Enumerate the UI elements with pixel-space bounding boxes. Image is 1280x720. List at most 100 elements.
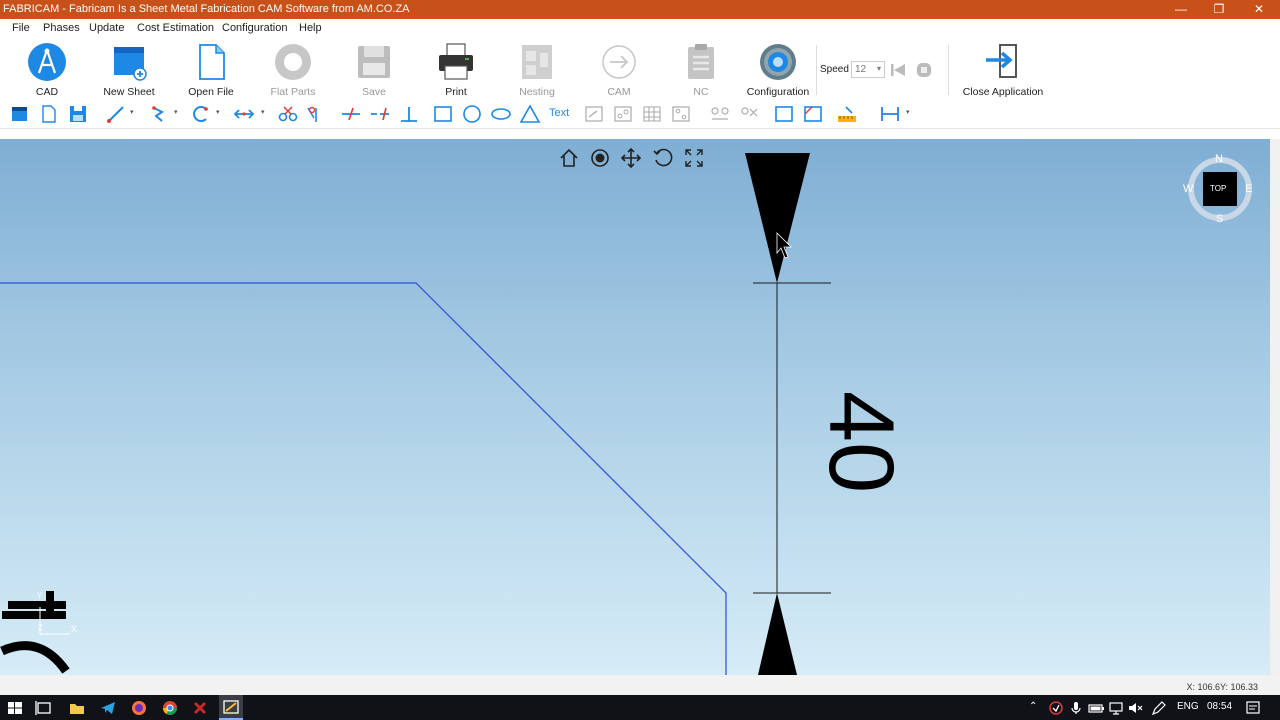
pattern-icon (672, 106, 690, 122)
close-application-button[interactable]: Close Application (962, 41, 1044, 99)
text-tool[interactable]: Text (549, 107, 569, 119)
chrome-icon[interactable] (160, 698, 180, 718)
polyline-icon (152, 106, 164, 122)
menu-update[interactable]: Update (89, 22, 124, 34)
battery-icon[interactable] (1086, 698, 1106, 718)
file-explorer-icon[interactable] (67, 698, 87, 718)
nesting-button[interactable]: Nesting (502, 41, 572, 99)
drawing-canvas[interactable]: Y Z X 40 N S E W TOP (0, 139, 1270, 675)
rectangle-tool[interactable] (432, 104, 454, 124)
chevron-down-icon[interactable]: ▾ (216, 108, 220, 116)
antivirus-icon[interactable] (1046, 698, 1066, 718)
network-icon[interactable] (1106, 698, 1126, 718)
chevron-up-icon[interactable]: ⌃ (1029, 701, 1037, 712)
circle-icon (463, 105, 481, 123)
grid-array-tool[interactable] (641, 104, 663, 124)
clock[interactable]: 08:54 (1207, 701, 1232, 712)
menu-help[interactable]: Help (299, 22, 322, 34)
save-button[interactable]: Save (339, 41, 409, 99)
view-compass[interactable]: N S E W TOP (1183, 153, 1253, 225)
chamfer-tool[interactable] (802, 104, 824, 124)
chevron-down-icon[interactable]: ▾ (130, 108, 134, 116)
cam-button[interactable]: CAM (584, 41, 654, 99)
cad-button[interactable]: CAD (12, 41, 82, 99)
flat-parts-button[interactable]: Flat Parts (258, 41, 328, 99)
frame-tool[interactable] (773, 104, 795, 124)
dimension-text: 40 (810, 390, 912, 494)
menu-file[interactable]: File (12, 22, 30, 34)
compass-west: W (1183, 183, 1194, 195)
divide-tool[interactable] (369, 104, 391, 124)
language-indicator[interactable]: ENG (1177, 701, 1199, 712)
fillet-tool[interactable] (304, 104, 326, 124)
arc-tool[interactable] (189, 104, 211, 124)
open-file-button[interactable]: Open File (176, 41, 246, 99)
close-window-button[interactable]: ✕ (1240, 0, 1278, 19)
save-tool[interactable] (67, 104, 89, 124)
break-tool[interactable] (340, 104, 362, 124)
chevron-down-icon[interactable]: ▾ (906, 108, 910, 116)
polyline-tool[interactable] (148, 104, 170, 124)
windows-start-icon[interactable] (5, 698, 25, 718)
ellipse-tool[interactable] (490, 104, 512, 124)
fillet-icon (307, 106, 317, 122)
square-icon (775, 106, 793, 122)
rotate-icon[interactable] (652, 147, 674, 169)
layers-tool[interactable] (9, 104, 31, 124)
array-icon (614, 106, 632, 122)
menu-phases[interactable]: Phases (43, 22, 80, 34)
minimize-button[interactable]: — (1162, 0, 1200, 19)
triangle-icon (519, 104, 541, 123)
rotate-copy-tool[interactable] (738, 104, 760, 124)
mirror-icon (711, 107, 729, 120)
dimension-linear-tool[interactable] (879, 104, 901, 124)
pan-icon[interactable] (620, 147, 642, 169)
triangle-tool[interactable] (519, 104, 541, 124)
chevron-down-icon[interactable]: ▾ (174, 108, 178, 116)
line-tool[interactable] (105, 104, 127, 124)
array-tool[interactable] (612, 104, 634, 124)
new-document-tool[interactable] (38, 104, 60, 124)
pen-icon[interactable] (1149, 698, 1169, 718)
fabricam-taskbar-button[interactable] (219, 695, 243, 720)
trim-tool[interactable] (277, 104, 299, 124)
mirror-tool[interactable] (709, 104, 731, 124)
nc-button[interactable]: NC (666, 41, 736, 99)
print-button[interactable]: Print (421, 41, 491, 99)
notification-icon[interactable] (1243, 698, 1263, 718)
skip-back-icon[interactable] (889, 61, 907, 79)
compass-north: N (1215, 153, 1223, 165)
circle-tool[interactable] (461, 104, 483, 124)
perpendicular-tool[interactable] (398, 104, 420, 124)
rotate-copy-icon (741, 107, 758, 117)
menu-configuration[interactable]: Configuration (222, 22, 287, 34)
vertical-scrollbar[interactable] (1270, 139, 1280, 675)
chevron-down-icon[interactable]: ▾ (261, 108, 265, 116)
dimension-tool[interactable] (583, 104, 605, 124)
configuration-button[interactable]: Configuration (742, 41, 814, 99)
orbit-icon[interactable] (589, 147, 611, 169)
gear-ring-icon (275, 44, 311, 80)
maximize-button[interactable]: ❐ (1200, 0, 1238, 19)
new-sheet-button[interactable]: New Sheet (94, 41, 164, 99)
extend-tool[interactable] (233, 104, 255, 124)
dashed-line-icon (371, 107, 389, 121)
volume-muted-icon[interactable] (1126, 698, 1146, 718)
compass-view-label: TOP (1210, 184, 1227, 193)
home-icon[interactable] (558, 147, 580, 169)
pattern-tool[interactable] (670, 104, 692, 124)
drawing-geometry (0, 153, 831, 675)
fit-to-screen-icon[interactable] (683, 147, 705, 169)
ruler-icon (838, 106, 856, 122)
telegram-icon[interactable] (98, 698, 118, 718)
menu-cost-estimation[interactable]: Cost Estimation (137, 22, 214, 34)
speed-select[interactable]: 12 ▾ (851, 61, 885, 78)
stop-icon[interactable] (915, 61, 933, 79)
firefox-icon[interactable] (129, 698, 149, 718)
microphone-icon[interactable] (1066, 698, 1086, 718)
clipboard-icon (688, 44, 714, 79)
measure-tool[interactable] (836, 104, 858, 124)
task-view-icon[interactable] (34, 698, 54, 718)
app-icon[interactable] (190, 698, 210, 718)
cad-label: CAD (35, 86, 59, 98)
